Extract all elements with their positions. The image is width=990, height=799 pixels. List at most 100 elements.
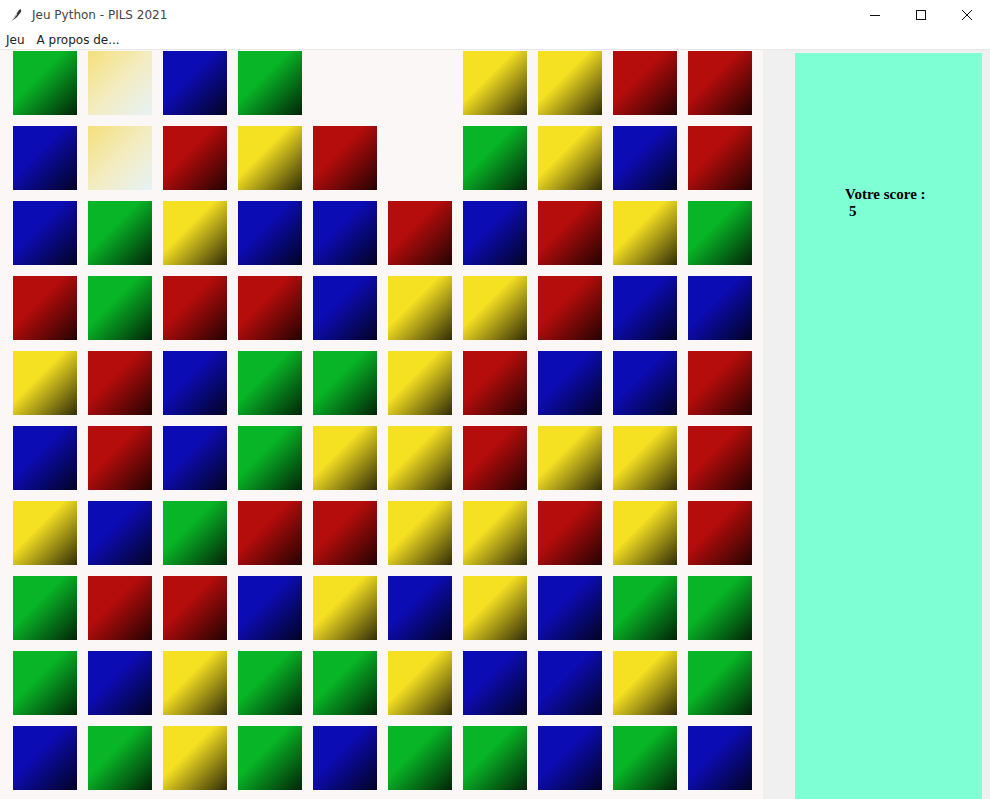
tile[interactable] <box>613 201 677 265</box>
grid-cell[interactable] <box>388 726 452 790</box>
grid-cell[interactable] <box>613 126 677 190</box>
grid-cell[interactable] <box>313 726 377 790</box>
grid-cell[interactable] <box>538 126 602 190</box>
tile[interactable] <box>313 201 377 265</box>
tile[interactable] <box>88 201 152 265</box>
tile[interactable] <box>613 726 677 790</box>
tile[interactable] <box>538 351 602 415</box>
grid-cell[interactable] <box>238 201 302 265</box>
tile[interactable] <box>613 576 677 640</box>
tile[interactable] <box>238 501 302 565</box>
grid-cell[interactable] <box>538 501 602 565</box>
grid-cell[interactable] <box>13 201 77 265</box>
grid-cell[interactable] <box>388 51 452 115</box>
tile[interactable] <box>688 426 752 490</box>
tile[interactable] <box>688 726 752 790</box>
tile[interactable] <box>538 201 602 265</box>
grid-cell[interactable] <box>88 726 152 790</box>
grid-cell[interactable] <box>13 51 77 115</box>
grid-cell[interactable] <box>688 726 752 790</box>
grid-cell[interactable] <box>238 576 302 640</box>
tile[interactable] <box>88 426 152 490</box>
grid-cell[interactable] <box>538 351 602 415</box>
tile[interactable] <box>163 126 227 190</box>
tile[interactable] <box>688 501 752 565</box>
grid-cell[interactable] <box>13 576 77 640</box>
grid-cell[interactable] <box>538 726 602 790</box>
grid-cell[interactable] <box>613 501 677 565</box>
tile[interactable] <box>388 426 452 490</box>
grid-cell[interactable] <box>463 576 527 640</box>
grid-cell[interactable] <box>613 51 677 115</box>
minimize-button[interactable] <box>852 0 898 30</box>
grid-cell[interactable] <box>238 126 302 190</box>
tile[interactable] <box>163 651 227 715</box>
grid-cell[interactable] <box>388 201 452 265</box>
tile[interactable] <box>163 201 227 265</box>
grid-cell[interactable] <box>313 51 377 115</box>
grid-cell[interactable] <box>388 426 452 490</box>
tile[interactable] <box>688 51 752 115</box>
tile[interactable] <box>688 126 752 190</box>
grid-cell[interactable] <box>688 126 752 190</box>
tile[interactable] <box>13 51 77 115</box>
tile[interactable] <box>238 576 302 640</box>
tile[interactable] <box>538 276 602 340</box>
tile[interactable] <box>538 651 602 715</box>
grid-cell[interactable] <box>463 726 527 790</box>
grid-cell[interactable] <box>13 126 77 190</box>
grid-cell[interactable] <box>688 426 752 490</box>
grid-cell[interactable] <box>163 351 227 415</box>
tile[interactable] <box>88 351 152 415</box>
grid-cell[interactable] <box>463 501 527 565</box>
tile[interactable] <box>238 426 302 490</box>
tile[interactable] <box>613 276 677 340</box>
grid-cell[interactable] <box>238 51 302 115</box>
tile[interactable] <box>463 651 527 715</box>
tile[interactable] <box>388 576 452 640</box>
grid-cell[interactable] <box>88 126 152 190</box>
grid-cell[interactable] <box>88 276 152 340</box>
grid-cell[interactable] <box>163 726 227 790</box>
tile[interactable] <box>463 51 527 115</box>
tile[interactable] <box>313 501 377 565</box>
grid-cell[interactable] <box>238 426 302 490</box>
grid-cell[interactable] <box>688 201 752 265</box>
grid-cell[interactable] <box>163 201 227 265</box>
grid-cell[interactable] <box>313 651 377 715</box>
tile[interactable] <box>163 426 227 490</box>
grid-cell[interactable] <box>163 276 227 340</box>
grid-cell[interactable] <box>163 576 227 640</box>
grid-cell[interactable] <box>13 276 77 340</box>
tile[interactable] <box>388 726 452 790</box>
tile[interactable] <box>613 351 677 415</box>
grid-cell[interactable] <box>688 276 752 340</box>
tile[interactable] <box>313 351 377 415</box>
grid-cell[interactable] <box>238 501 302 565</box>
grid-cell[interactable] <box>13 651 77 715</box>
tile[interactable] <box>88 126 152 190</box>
grid-cell[interactable] <box>388 576 452 640</box>
grid-cell[interactable] <box>538 201 602 265</box>
grid-cell[interactable] <box>613 651 677 715</box>
grid-cell[interactable] <box>313 426 377 490</box>
tile[interactable] <box>538 726 602 790</box>
tile[interactable] <box>388 201 452 265</box>
grid-cell[interactable] <box>313 276 377 340</box>
grid-cell[interactable] <box>313 576 377 640</box>
grid-cell[interactable] <box>163 426 227 490</box>
tile[interactable] <box>463 726 527 790</box>
close-button[interactable] <box>944 0 990 30</box>
tile[interactable] <box>388 351 452 415</box>
tile[interactable] <box>13 726 77 790</box>
grid-cell[interactable] <box>613 351 677 415</box>
tile[interactable] <box>238 651 302 715</box>
grid-cell[interactable] <box>313 126 377 190</box>
grid-cell[interactable] <box>538 576 602 640</box>
grid-cell[interactable] <box>13 726 77 790</box>
grid-cell[interactable] <box>388 126 452 190</box>
tile[interactable] <box>163 276 227 340</box>
grid-cell[interactable] <box>613 576 677 640</box>
grid-cell[interactable] <box>613 201 677 265</box>
tile[interactable] <box>688 201 752 265</box>
